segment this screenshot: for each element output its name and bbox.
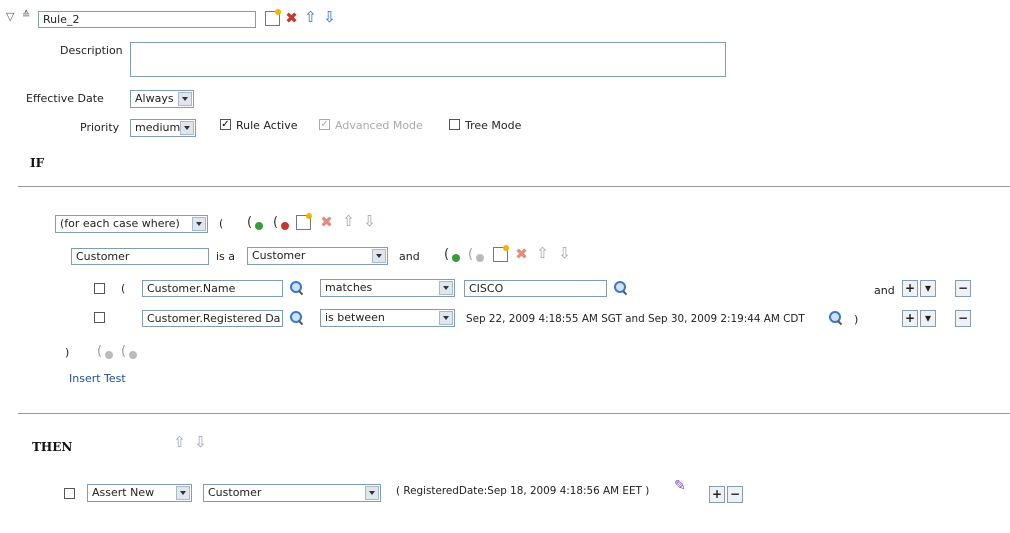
delete-rule-icon[interactable]: ✖	[284, 11, 299, 26]
action-row-checkbox[interactable]	[64, 488, 75, 499]
expression-builder-icon[interactable]: ✎	[674, 478, 686, 494]
action-target-select[interactable]: Customer	[203, 484, 381, 502]
insert-test-link[interactable]: Insert Test	[69, 372, 126, 385]
and-label: and	[399, 250, 420, 263]
dropdown-arrow-icon	[439, 311, 453, 325]
move-up-icon[interactable]: ⇧	[172, 435, 187, 450]
tree-mode-checkbox[interactable]	[449, 119, 460, 130]
rule-name-field[interactable]: Rule_2	[38, 11, 256, 28]
advanced-mode-checkbox: ✓	[319, 119, 330, 130]
rule-active-checkbox[interactable]: ✓	[220, 119, 231, 130]
test-row-checkbox[interactable]	[94, 312, 105, 323]
if-separator	[18, 186, 1010, 187]
remove-action-button[interactable]: −	[727, 486, 743, 503]
search-icon[interactable]	[290, 311, 303, 324]
is-a-label: is a	[216, 250, 236, 263]
remove-test-button[interactable]: −	[955, 310, 971, 327]
move-down-icon[interactable]: ⇩	[557, 246, 572, 261]
then-separator	[18, 413, 1010, 414]
effective-date-label: Effective Date	[26, 92, 104, 105]
action-detail-text[interactable]: ( RegisteredDate:Sep 18, 2009 4:18:56 AM…	[396, 485, 649, 497]
description-label: Description	[60, 44, 123, 57]
add-parenthesis-icon[interactable]: (	[247, 215, 263, 230]
rule-active-label: Rule Active	[236, 119, 298, 132]
edit-rule-icon[interactable]	[265, 9, 281, 26]
test-row-checkbox[interactable]	[94, 283, 105, 294]
add-action-button[interactable]: +	[709, 486, 725, 503]
collapse-icon[interactable]: ▽	[6, 10, 14, 23]
delete-icon[interactable]: ✖	[319, 215, 334, 230]
add-parenthesis-icon[interactable]: (	[444, 247, 460, 262]
priority-label: Priority	[80, 121, 120, 134]
move-up-icon[interactable]: ⇧	[341, 214, 356, 229]
advanced-mode-label: Advanced Mode	[335, 119, 423, 132]
move-down-icon[interactable]: ⇩	[322, 10, 337, 25]
move-up-icon[interactable]: ⇧	[303, 10, 318, 25]
remove-test-button[interactable]: −	[955, 280, 971, 297]
dropdown-arrow-icon	[365, 486, 379, 500]
open-paren: (	[219, 217, 224, 230]
then-heading: THEN	[32, 440, 73, 454]
variable-name-field[interactable]: Customer	[71, 248, 209, 265]
close-paren: )	[65, 346, 70, 359]
search-icon[interactable]	[829, 311, 842, 324]
move-down-icon[interactable]: ⇩	[362, 214, 377, 229]
add-parenthesis-icon[interactable]: (	[97, 344, 113, 359]
dropdown-arrow-icon	[439, 281, 453, 295]
test-operator-select[interactable]: is between	[320, 309, 455, 327]
if-heading: IF	[30, 156, 45, 170]
test-left-operand[interactable]: Customer.Registered Da	[142, 310, 283, 327]
remove-parenthesis-icon[interactable]: (	[468, 247, 484, 262]
between-range-text[interactable]: Sep 22, 2009 4:18:55 AM SGT and Sep 30, …	[466, 313, 805, 325]
dropdown-arrow-icon	[176, 486, 190, 500]
move-up-icon[interactable]: ⇧	[535, 246, 550, 261]
add-test-button[interactable]: +	[902, 310, 918, 327]
dropdown-arrow-icon	[180, 121, 194, 135]
action-type-select[interactable]: Assert New	[87, 484, 192, 502]
dropdown-arrow-icon	[372, 249, 386, 263]
add-test-button[interactable]: +	[902, 280, 918, 297]
test-close-paren: )	[854, 313, 859, 326]
priority-select[interactable]: medium	[130, 119, 196, 137]
dropdown-arrow-icon	[178, 92, 192, 106]
move-down-icon[interactable]: ⇩	[193, 435, 208, 450]
double-chevron-up-icon[interactable]: ≙	[22, 10, 30, 21]
description-field[interactable]	[130, 42, 726, 77]
tree-mode-label: Tree Mode	[465, 119, 522, 132]
delete-icon[interactable]: ✖	[514, 247, 529, 262]
test-left-operand[interactable]: Customer.Name	[142, 280, 283, 297]
fact-type-select[interactable]: Customer	[247, 247, 388, 265]
scope-select[interactable]: (for each case where)	[55, 215, 208, 233]
remove-parenthesis-icon[interactable]: (	[273, 215, 289, 230]
search-icon[interactable]	[290, 281, 303, 294]
test-open-paren: (	[121, 282, 126, 295]
test-right-operand[interactable]: CISCO	[464, 280, 607, 297]
connector-and-label[interactable]: and	[874, 284, 895, 297]
edit-icon[interactable]	[493, 245, 509, 262]
test-options-button[interactable]: ▾	[920, 310, 936, 327]
dropdown-arrow-icon	[192, 217, 206, 231]
search-icon[interactable]	[614, 281, 627, 294]
test-options-button[interactable]: ▾	[920, 280, 936, 297]
edit-icon[interactable]	[296, 213, 312, 230]
test-operator-select[interactable]: matches	[320, 279, 455, 297]
effective-date-select[interactable]: Always	[130, 90, 194, 108]
remove-parenthesis-icon[interactable]: (	[121, 344, 137, 359]
